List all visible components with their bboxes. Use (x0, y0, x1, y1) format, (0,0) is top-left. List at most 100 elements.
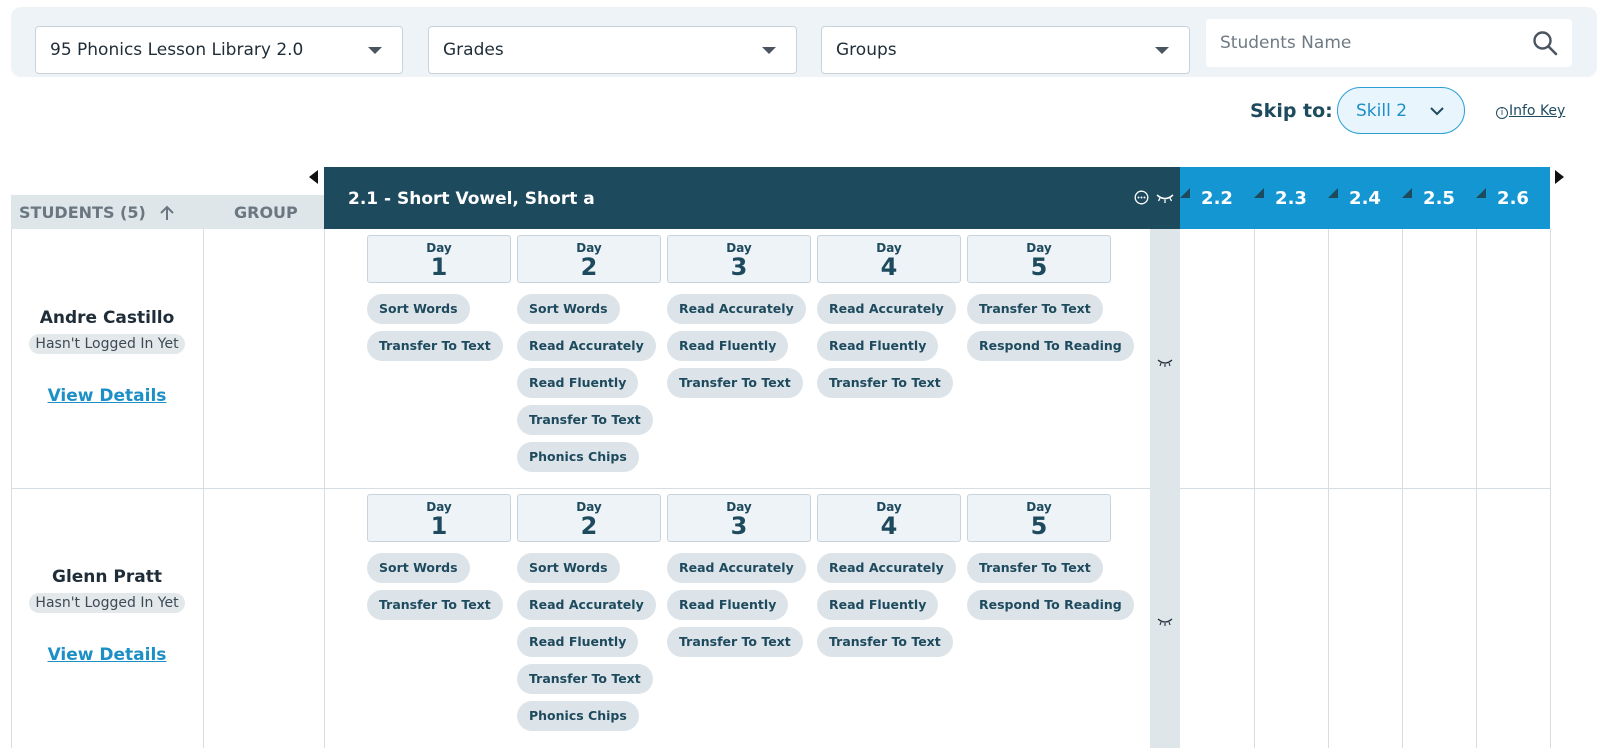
day-number: 4 (880, 253, 898, 281)
day-number: 2 (580, 253, 598, 281)
activity-chip[interactable]: Transfer To Text (367, 590, 503, 620)
activity-chip[interactable]: Sort Words (367, 294, 470, 324)
day-header: Day 1 (367, 235, 511, 283)
chevron-down-icon (368, 47, 382, 54)
groups-dropdown-label: Groups (836, 40, 897, 60)
skill-tab-2-6[interactable]: 2.6 (1476, 167, 1550, 229)
students-column-header[interactable]: STUDENTS (5) (11, 195, 203, 229)
activity-chip[interactable]: Read Accurately (667, 553, 806, 583)
activity-chip[interactable]: Read Accurately (517, 331, 656, 361)
activity-chip[interactable]: Transfer To Text (517, 664, 653, 694)
corner-marker-icon (1254, 188, 1264, 198)
day-number: 3 (730, 253, 748, 281)
skill-tab-2-2[interactable]: 2.2 (1180, 167, 1254, 229)
skill-tab-label: 2.6 (1497, 188, 1529, 209)
day-header: Day 5 (967, 235, 1111, 283)
activity-chip[interactable]: Transfer To Text (367, 331, 503, 361)
current-skill-title: 2.1 - Short Vowel, Short a (348, 189, 595, 209)
day-header: Day 2 (517, 235, 661, 283)
skill-tab-2-5[interactable]: 2.5 (1402, 167, 1476, 229)
skill-tab-2-4[interactable]: 2.4 (1328, 167, 1402, 229)
day-number: 5 (1030, 512, 1048, 540)
corner-marker-icon (1476, 188, 1486, 198)
activity-chip[interactable]: Transfer To Text (817, 627, 953, 657)
more-options-icon[interactable] (1134, 190, 1149, 205)
view-details-link[interactable]: View Details (11, 386, 203, 406)
row-divider (11, 488, 1550, 489)
activity-chip[interactable]: Read Accurately (667, 294, 806, 324)
activity-chip[interactable]: Read Accurately (817, 294, 956, 324)
skip-to-value: Skill 2 (1356, 101, 1408, 121)
status-badge: Hasn't Logged In Yet (29, 593, 185, 613)
day-header: Day 3 (667, 235, 811, 283)
day-number: 5 (1030, 253, 1048, 281)
activity-chip[interactable]: Transfer To Text (517, 405, 653, 435)
scroll-right-arrow-icon[interactable] (1555, 170, 1564, 184)
activity-chip[interactable]: Read Fluently (517, 368, 639, 398)
activity-chip[interactable]: Read Fluently (817, 590, 939, 620)
search-input[interactable] (1206, 19, 1516, 67)
activity-chip[interactable]: Read Accurately (817, 553, 956, 583)
library-dropdown-label: 95 Phonics Lesson Library 2.0 (50, 40, 304, 60)
skill-tab-label: 2.4 (1349, 188, 1381, 209)
view-details-link[interactable]: View Details (11, 645, 203, 665)
chevron-down-icon (762, 47, 776, 54)
search-icon[interactable] (1532, 30, 1558, 56)
day-header: Day 2 (517, 494, 661, 542)
skill-tab-label: 2.3 (1275, 188, 1307, 209)
student-search (1206, 19, 1572, 67)
day-number: 1 (430, 512, 448, 540)
activity-chip[interactable]: Read Fluently (667, 590, 789, 620)
group-header-label: GROUP (234, 203, 298, 222)
activity-chip[interactable]: Transfer To Text (667, 627, 803, 657)
activity-chip[interactable]: Phonics Chips (517, 442, 639, 472)
library-dropdown[interactable]: 95 Phonics Lesson Library 2.0 (35, 26, 403, 74)
grid-line (1550, 229, 1551, 748)
day-number: 1 (430, 253, 448, 281)
activity-chip[interactable]: Respond To Reading (967, 331, 1134, 361)
activity-chip[interactable]: Phonics Chips (517, 701, 639, 731)
groups-dropdown[interactable]: Groups (821, 26, 1190, 74)
skill-tab-label: 2.5 (1423, 188, 1455, 209)
activity-chip[interactable]: Sort Words (367, 553, 470, 583)
day-header: Day 5 (967, 494, 1111, 542)
hidden-eye-icon[interactable] (1157, 353, 1173, 367)
info-key-link[interactable]: i Info Key (1496, 103, 1565, 119)
day-header: Day 3 (667, 494, 811, 542)
skill-tab-2-3[interactable]: 2.3 (1254, 167, 1328, 229)
grades-dropdown-label: Grades (443, 40, 504, 60)
day-number: 2 (580, 512, 598, 540)
hide-eye-icon[interactable] (1156, 192, 1174, 204)
skip-to-label: Skip to: (1250, 100, 1333, 122)
student-name: Glenn Pratt (51, 567, 162, 587)
info-icon: i (1496, 107, 1508, 119)
chevron-down-icon (1155, 47, 1169, 54)
activity-chip[interactable]: Transfer To Text (967, 553, 1103, 583)
activity-chip[interactable]: Sort Words (517, 553, 620, 583)
group-column-header: GROUP (203, 195, 324, 229)
sort-ascending-icon[interactable] (159, 204, 175, 222)
student-name: Andre Castillo (39, 308, 175, 328)
skip-to-dropdown[interactable]: Skill 2 (1337, 87, 1465, 134)
scroll-left-arrow-icon[interactable] (309, 170, 318, 184)
activity-chip[interactable]: Read Fluently (517, 627, 639, 657)
activity-chip[interactable]: Read Fluently (667, 331, 789, 361)
corner-marker-icon (1328, 188, 1338, 198)
activity-chip[interactable]: Sort Words (517, 294, 620, 324)
grades-dropdown[interactable]: Grades (428, 26, 797, 74)
corner-marker-icon (1402, 188, 1412, 198)
hidden-eye-icon[interactable] (1157, 612, 1173, 626)
activity-chip[interactable]: Read Fluently (817, 331, 939, 361)
activity-chip[interactable]: Transfer To Text (967, 294, 1103, 324)
activity-chip[interactable]: Transfer To Text (817, 368, 953, 398)
day-header: Day 4 (817, 494, 961, 542)
status-badge: Hasn't Logged In Yet (29, 334, 185, 354)
activity-chip[interactable]: Transfer To Text (667, 368, 803, 398)
collapsed-skill-column[interactable] (1150, 229, 1180, 748)
chevron-down-icon (1430, 107, 1444, 116)
day-number: 4 (880, 512, 898, 540)
students-header-label: STUDENTS (5) (19, 203, 146, 222)
activity-chip[interactable]: Read Accurately (517, 590, 656, 620)
activity-chip[interactable]: Respond To Reading (967, 590, 1134, 620)
day-header: Day 1 (367, 494, 511, 542)
